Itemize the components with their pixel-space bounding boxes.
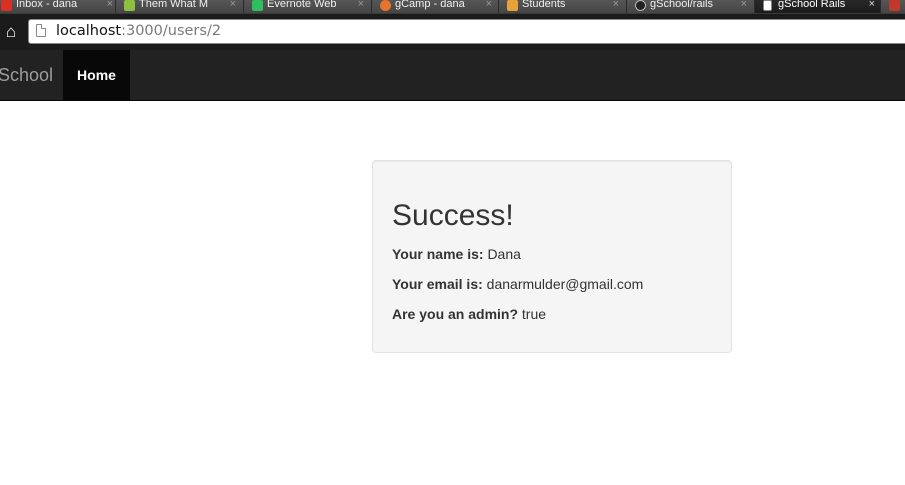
browser-toolbar: ⌂ localhost:3000/users/2 <box>0 14 905 51</box>
email-label: Your email is: <box>392 276 483 292</box>
tab-label: Inbox - dana <box>16 0 78 10</box>
app-navbar: gSchool Home <box>0 50 905 101</box>
browser-tab-new[interactable] <box>880 0 905 13</box>
page-icon <box>36 24 46 37</box>
tab-label: Students <box>522 0 566 10</box>
success-panel: Success! Your name is: Dana Your email i… <box>372 160 732 353</box>
email-value: danarmulder@gmail.com <box>486 276 644 292</box>
tab-label: Evernote Web <box>267 0 337 10</box>
browser-tab-them-what[interactable]: Them What M × <box>115 0 245 13</box>
navbar-brand[interactable]: gSchool <box>0 50 53 100</box>
user-email-row: Your email is: danarmulder@gmail.com <box>392 274 643 294</box>
tab-label: Them What M <box>139 0 209 10</box>
name-value: Dana <box>487 246 521 262</box>
browser-tab-students[interactable]: Students × <box>498 0 628 13</box>
tab-close-icon[interactable]: × <box>230 0 236 12</box>
page-favicon-icon <box>763 0 772 11</box>
page-title: Success! <box>392 199 514 232</box>
tab-close-icon[interactable]: × <box>107 0 113 12</box>
gmail-favicon-icon <box>1 0 12 11</box>
tab-label: gSchool Rails <box>778 0 846 10</box>
url-path: :3000/users/2 <box>121 23 222 39</box>
tab-label: gSchool/rails <box>650 0 713 10</box>
tab-close-icon[interactable]: × <box>613 0 619 12</box>
nav-home-link[interactable]: Home <box>63 50 130 100</box>
browser-tab-strip: Inbox - dana × Them What M × Evernote We… <box>0 0 905 14</box>
browser-tab-gschool-rails[interactable]: gSchool Rails × <box>754 0 884 13</box>
admin-value: true <box>521 306 547 322</box>
user-name-row: Your name is: Dana <box>392 244 521 264</box>
tab-label: gCamp - dana <box>395 0 465 10</box>
tab-close-icon[interactable]: × <box>486 0 492 12</box>
gcamp-favicon-icon <box>380 0 391 11</box>
sheets-favicon-icon <box>507 0 518 11</box>
tab-close-icon[interactable]: × <box>358 0 364 12</box>
browser-tab-inbox[interactable]: Inbox - dana × <box>0 0 122 13</box>
url-host: localhost <box>56 23 122 39</box>
page-favicon-icon <box>124 0 135 11</box>
extension-favicon-icon <box>889 0 900 11</box>
github-favicon-icon <box>635 0 646 11</box>
evernote-favicon-icon <box>252 0 263 11</box>
tab-close-icon[interactable]: × <box>741 0 747 12</box>
tab-close-icon[interactable]: × <box>869 0 875 12</box>
address-bar[interactable]: localhost:3000/users/2 <box>28 19 905 44</box>
browser-tab-gcamp[interactable]: gCamp - dana × <box>371 0 501 13</box>
user-admin-row: Are you an admin? true <box>392 304 546 324</box>
browser-tab-evernote[interactable]: Evernote Web × <box>243 0 373 13</box>
url-text[interactable]: localhost:3000/users/2 <box>56 20 221 43</box>
home-icon[interactable]: ⌂ <box>0 20 22 44</box>
admin-label: Are you an admin? <box>392 306 519 322</box>
name-label: Your name is: <box>392 246 484 262</box>
browser-tab-gschool-github[interactable]: gSchool/rails × <box>626 0 756 13</box>
